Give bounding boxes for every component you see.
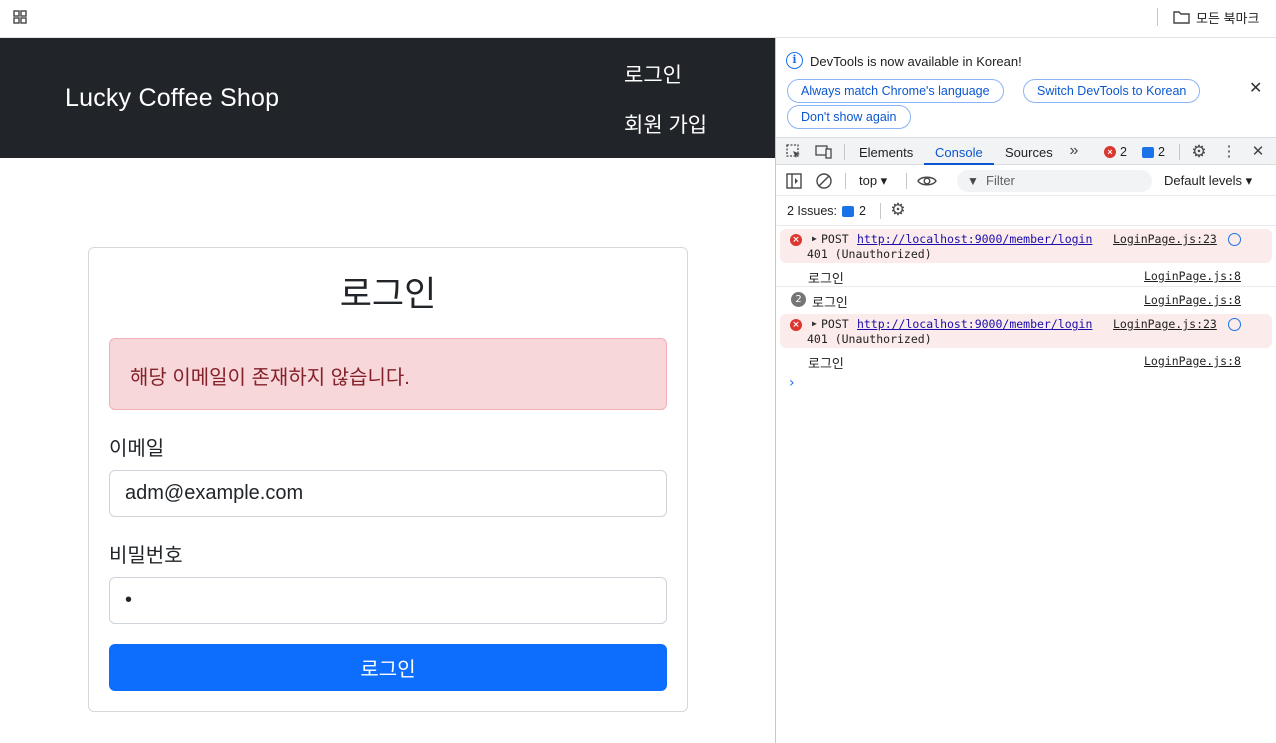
email-label: 이메일 xyxy=(109,438,165,460)
response-status: 401 (Unauthorized) xyxy=(807,247,932,261)
context-selector[interactable]: top ▾ xyxy=(859,173,887,189)
source-link[interactable]: LoginPage.js:8 xyxy=(1144,293,1241,307)
toolbar-divider xyxy=(845,173,846,189)
log-message: 로그인 xyxy=(808,356,844,371)
issues-count: 2 xyxy=(859,204,866,218)
all-bookmarks-label: 모든 북마크 xyxy=(1196,10,1260,26)
email-input[interactable] xyxy=(109,470,667,517)
issues-divider xyxy=(880,203,881,219)
expand-triangle-icon[interactable]: ▶ xyxy=(812,234,817,243)
clear-console-icon[interactable] xyxy=(815,172,833,190)
folder-icon xyxy=(1173,11,1190,24)
close-devtools-icon[interactable]: ✕ xyxy=(1249,143,1267,161)
request-method: POST xyxy=(821,317,849,331)
tab-console[interactable]: Console xyxy=(935,145,983,160)
error-icon: × xyxy=(1104,146,1116,158)
expand-triangle-icon[interactable]: ▶ xyxy=(812,319,817,328)
source-link[interactable]: LoginPage.js:8 xyxy=(1144,269,1241,283)
log-levels-dropdown[interactable]: Default levels ▾ xyxy=(1164,173,1252,189)
tabbar-divider xyxy=(844,144,845,160)
site-navbar: Lucky Coffee Shop 로그인 회원 가입 xyxy=(0,38,775,158)
source-link[interactable]: LoginPage.js:23 xyxy=(1113,317,1217,331)
error-icon: × xyxy=(790,319,802,331)
close-icon[interactable]: ✕ xyxy=(1249,78,1262,98)
request-url-link[interactable]: http://localhost:9000/member/login xyxy=(857,232,1092,246)
bookmarks-bar: 모든 북마크 xyxy=(0,0,1276,38)
infobar-text: DevTools is now available in Korean! xyxy=(810,54,1022,69)
language-infobar: i DevTools is now available in Korean! A… xyxy=(776,38,1276,137)
nav-login-link[interactable]: 로그인 xyxy=(624,59,682,89)
apps-grid-icon[interactable] xyxy=(13,10,27,24)
console-error-row[interactable]: × ▶ POST http://localhost:9000/member/lo… xyxy=(780,229,1272,263)
console-log-row: 2 로그인 LoginPage.js:8 xyxy=(776,287,1276,311)
tab-elements[interactable]: Elements xyxy=(859,145,913,160)
log-message: 로그인 xyxy=(808,271,844,286)
devtools-tabbar: Elements Console Sources » × 2 2 ⚙ ⋮ ✕ xyxy=(776,137,1276,165)
bookmarks-divider xyxy=(1157,8,1158,26)
login-title: 로그인 xyxy=(339,275,437,314)
more-tabs-icon[interactable]: » xyxy=(1065,142,1083,160)
source-link[interactable]: LoginPage.js:23 xyxy=(1113,232,1217,246)
active-tab-indicator xyxy=(924,163,994,165)
tab-sources[interactable]: Sources xyxy=(1005,145,1053,160)
repeat-count-badge: 2 xyxy=(791,292,806,307)
console-log-row: 로그인 LoginPage.js:8 xyxy=(776,348,1276,372)
password-input[interactable]: • xyxy=(109,577,667,624)
filter-funnel-icon: ▼ xyxy=(967,174,979,188)
console-log: × ▶ POST http://localhost:9000/member/lo… xyxy=(776,226,1276,398)
login-submit-button[interactable]: 로그인 xyxy=(109,644,667,691)
issue-message-icon xyxy=(842,205,855,217)
issues-label: 2 Issues: xyxy=(787,204,838,218)
more-options-icon[interactable]: ⋮ xyxy=(1220,143,1238,161)
log-message: 로그인 xyxy=(812,295,848,310)
password-mask: • xyxy=(125,589,133,611)
filter-placeholder: Filter xyxy=(986,173,1015,188)
issues-link[interactable]: 2 Issues: 2 xyxy=(787,204,866,218)
network-globe-icon[interactable] xyxy=(1228,318,1241,331)
message-count: 2 xyxy=(1158,145,1165,159)
request-url-link[interactable]: http://localhost:9000/member/login xyxy=(857,317,1092,331)
source-link[interactable]: LoginPage.js:8 xyxy=(1144,354,1241,368)
network-globe-icon[interactable] xyxy=(1228,233,1241,246)
nav-signup-link[interactable]: 회원 가입 xyxy=(624,109,707,139)
password-label: 비밀번호 xyxy=(109,545,183,567)
page-viewport: Lucky Coffee Shop 로그인 회원 가입 로그인 해당 이메일이 … xyxy=(0,38,775,743)
filter-input[interactable]: ▼ Filter xyxy=(957,170,1152,192)
error-icon: × xyxy=(790,234,802,246)
all-bookmarks-button[interactable]: 모든 북마크 xyxy=(1173,6,1259,28)
issues-bar: 2 Issues: 2 ⚙ xyxy=(776,196,1276,226)
error-count: 2 xyxy=(1120,145,1127,159)
console-error-row[interactable]: × ▶ POST http://localhost:9000/member/lo… xyxy=(780,314,1272,348)
device-toolbar-icon[interactable] xyxy=(815,143,833,161)
sidebar-toggle-icon[interactable] xyxy=(785,172,803,190)
tabbar-divider xyxy=(1179,144,1180,160)
console-prompt-icon: › xyxy=(789,375,795,391)
console-toolbar: top ▾ ▼ Filter Default levels ▾ xyxy=(776,166,1276,196)
response-status: 401 (Unauthorized) xyxy=(807,332,932,346)
eye-icon[interactable] xyxy=(916,172,938,190)
login-card: 로그인 해당 이메일이 존재하지 않습니다. 이메일 비밀번호 • 로그인 xyxy=(88,247,688,712)
switch-korean-button[interactable]: Switch DevTools to Korean xyxy=(1023,79,1201,103)
settings-gear-icon[interactable]: ⚙ xyxy=(1190,143,1208,161)
toolbar-divider xyxy=(906,173,907,189)
message-icon xyxy=(1142,146,1154,158)
match-language-button[interactable]: Always match Chrome's language xyxy=(787,79,1004,103)
dont-show-again-button[interactable]: Don't show again xyxy=(787,105,911,129)
inspect-element-icon[interactable] xyxy=(785,143,803,161)
console-prompt-row[interactable]: › xyxy=(776,372,1276,398)
site-brand[interactable]: Lucky Coffee Shop xyxy=(65,84,279,113)
error-alert: 해당 이메일이 존재하지 않습니다. xyxy=(109,338,667,410)
console-log-row: 로그인 LoginPage.js:8 xyxy=(776,263,1276,287)
request-method: POST xyxy=(821,232,849,246)
message-count-badge[interactable]: 2 xyxy=(1142,145,1165,159)
issues-settings-gear-icon[interactable]: ⚙ xyxy=(889,201,907,219)
error-count-badge[interactable]: × 2 xyxy=(1104,145,1127,159)
info-icon: i xyxy=(786,52,803,69)
devtools-panel: i DevTools is now available in Korean! A… xyxy=(775,38,1276,743)
